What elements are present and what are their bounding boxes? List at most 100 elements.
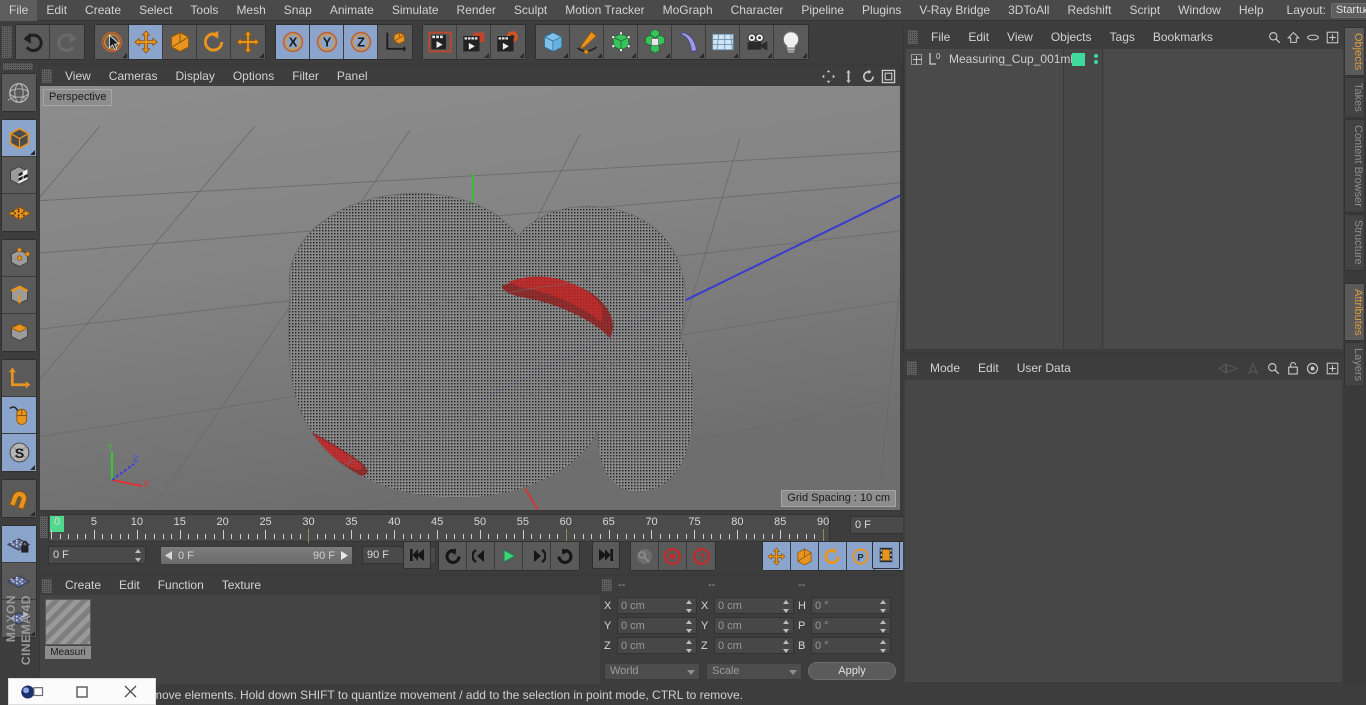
object-manager-gripper[interactable] <box>908 30 918 44</box>
position-y-spinner[interactable] <box>686 620 693 633</box>
expand-toggle-icon[interactable] <box>911 53 922 65</box>
rotation-p-spinner[interactable] <box>880 620 887 633</box>
tag-dots-icon[interactable] <box>1094 54 1098 64</box>
rotation-b-field[interactable]: 0 ° <box>811 637 891 654</box>
viewport-gripper[interactable] <box>42 69 52 83</box>
move-tool[interactable] <box>129 25 163 59</box>
position-x-field[interactable]: 0 cm <box>617 597 697 614</box>
position-key-button[interactable] <box>763 542 791 570</box>
add-light[interactable] <box>774 25 808 59</box>
object-menu-objects[interactable]: Objects <box>1042 27 1101 47</box>
viewport-canvas[interactable]: Perspective Grid Spacing : 10 cm Y X Z <box>40 86 900 510</box>
lock-z-axis[interactable]: Z <box>344 25 378 59</box>
menu-item-edit[interactable]: Edit <box>37 0 76 21</box>
play-backwards-loop-button[interactable] <box>439 542 467 570</box>
redo-button[interactable] <box>50 25 84 59</box>
menu-item-mograph[interactable]: MoGraph <box>654 0 722 21</box>
menu-item-animate[interactable]: Animate <box>321 0 383 21</box>
size-z-spinner[interactable] <box>783 640 790 653</box>
step-forward-button[interactable] <box>523 542 551 570</box>
add-nurbs-generator[interactable] <box>604 25 638 59</box>
timeline-range-slider[interactable]: 0 F 90 F <box>160 546 353 565</box>
rotate-tool[interactable] <box>197 25 231 59</box>
current-frame-spinner[interactable] <box>135 549 142 562</box>
position-y-field[interactable]: 0 cm <box>617 617 697 634</box>
viewport-menu-options[interactable]: Options <box>224 66 283 86</box>
play-button[interactable] <box>495 542 523 570</box>
object-menu-bookmarks[interactable]: Bookmarks <box>1144 27 1222 47</box>
add-camera[interactable] <box>740 25 774 59</box>
current-frame-field[interactable]: 0 F <box>48 546 146 564</box>
menu-item-mesh[interactable]: Mesh <box>227 0 274 21</box>
render-to-picture-viewer-button[interactable] <box>457 25 491 59</box>
model-mode-button[interactable] <box>2 157 36 194</box>
add-environment[interactable] <box>706 25 740 59</box>
coordinates-gripper[interactable] <box>602 579 612 591</box>
object-menu-edit[interactable]: Edit <box>959 27 998 47</box>
play-forwards-loop-button[interactable] <box>551 542 579 570</box>
material-manager-gripper[interactable] <box>42 578 52 593</box>
menu-item-redshift[interactable]: Redshift <box>1058 0 1120 21</box>
add-cube-primitive[interactable] <box>536 25 570 59</box>
move-dynamic-tool[interactable] <box>231 25 265 59</box>
menu-item-help[interactable]: Help <box>1230 0 1273 21</box>
side-tab-takes[interactable]: Takes <box>1344 77 1365 119</box>
position-x-spinner[interactable] <box>686 600 693 613</box>
record-active-objects-button[interactable] <box>659 542 687 570</box>
left-palette-gripper[interactable] <box>2 63 33 70</box>
restore-window-button[interactable] <box>58 678 107 705</box>
size-y-field[interactable]: 0 cm <box>714 617 794 634</box>
texture-mode-button[interactable] <box>2 194 36 231</box>
add-panel-icon[interactable] <box>1326 362 1339 375</box>
lock-x-axis[interactable]: X <box>276 25 310 59</box>
close-window-button[interactable] <box>106 678 155 705</box>
add-array-modeling[interactable] <box>638 25 672 59</box>
menu-item-v-ray-bridge[interactable]: V-Ray Bridge <box>910 0 999 21</box>
rotation-key-button[interactable] <box>819 542 847 570</box>
up-nav-icon[interactable] <box>1246 361 1260 375</box>
points-mode-button[interactable] <box>2 240 36 277</box>
render-settings-button[interactable] <box>491 25 525 59</box>
menu-item-pipeline[interactable]: Pipeline <box>792 0 853 21</box>
position-z-field[interactable]: 0 cm <box>617 637 697 654</box>
rotation-h-field[interactable]: 0 ° <box>811 597 891 614</box>
edges-mode-button[interactable] <box>2 277 36 314</box>
viewport-menu-panel[interactable]: Panel <box>328 66 377 86</box>
app-icon[interactable] <box>9 678 58 705</box>
layout-select[interactable]: Startup <box>1330 2 1366 18</box>
soft-selection-button[interactable]: S <box>2 434 36 471</box>
material-tag-icon[interactable] <box>1072 52 1085 66</box>
viewport-menu-view[interactable]: View <box>56 66 100 86</box>
rotate-view-icon[interactable] <box>861 68 876 84</box>
add-panel-icon[interactable] <box>1326 31 1339 44</box>
menu-item-3dtoall[interactable]: 3DToAll <box>999 0 1058 21</box>
apply-button[interactable]: Apply <box>808 662 896 680</box>
menu-item-create[interactable]: Create <box>76 0 130 21</box>
parameter-key-button[interactable]: P <box>847 542 875 570</box>
scale-tool[interactable] <box>163 25 197 59</box>
search-icon[interactable] <box>1268 31 1281 44</box>
side-tab-objects[interactable]: Objects <box>1344 27 1365 77</box>
back-nav-icon[interactable] <box>1217 362 1239 375</box>
material-thumbnail[interactable] <box>45 599 91 645</box>
size-z-field[interactable]: 0 cm <box>714 637 794 654</box>
attribute-menu-edit[interactable]: Edit <box>969 358 1008 378</box>
menu-item-render[interactable]: Render <box>448 0 505 21</box>
undo-button[interactable] <box>16 25 50 59</box>
polygons-mode-button[interactable] <box>2 314 36 351</box>
lock-workplane-button[interactable] <box>2 526 36 563</box>
menu-item-snap[interactable]: Snap <box>275 0 321 21</box>
timeline-ruler[interactable]: 0 5 10 15 20 25 30 35 40 45 50 55 60 65 70 75 80 85 90 <box>48 514 830 543</box>
side-tab-attributes[interactable]: Attributes <box>1344 282 1365 342</box>
side-tab-content-browser[interactable]: Content Browser <box>1344 119 1365 213</box>
viewport-menu-filter[interactable]: Filter <box>283 66 328 86</box>
object-menu-view[interactable]: View <box>998 27 1042 47</box>
timeline-gripper[interactable] <box>40 516 48 538</box>
viewport-menu-display[interactable]: Display <box>166 66 223 86</box>
object-menu-file[interactable]: File <box>922 27 959 47</box>
go-to-end-button[interactable] <box>592 541 620 569</box>
menu-item-script[interactable]: Script <box>1120 0 1169 21</box>
attribute-menu-mode[interactable]: Mode <box>921 358 969 378</box>
object-tree[interactable]: 0 Measuring_Cup_001ml <box>906 49 1343 349</box>
maximize-view-icon[interactable] <box>881 69 896 84</box>
